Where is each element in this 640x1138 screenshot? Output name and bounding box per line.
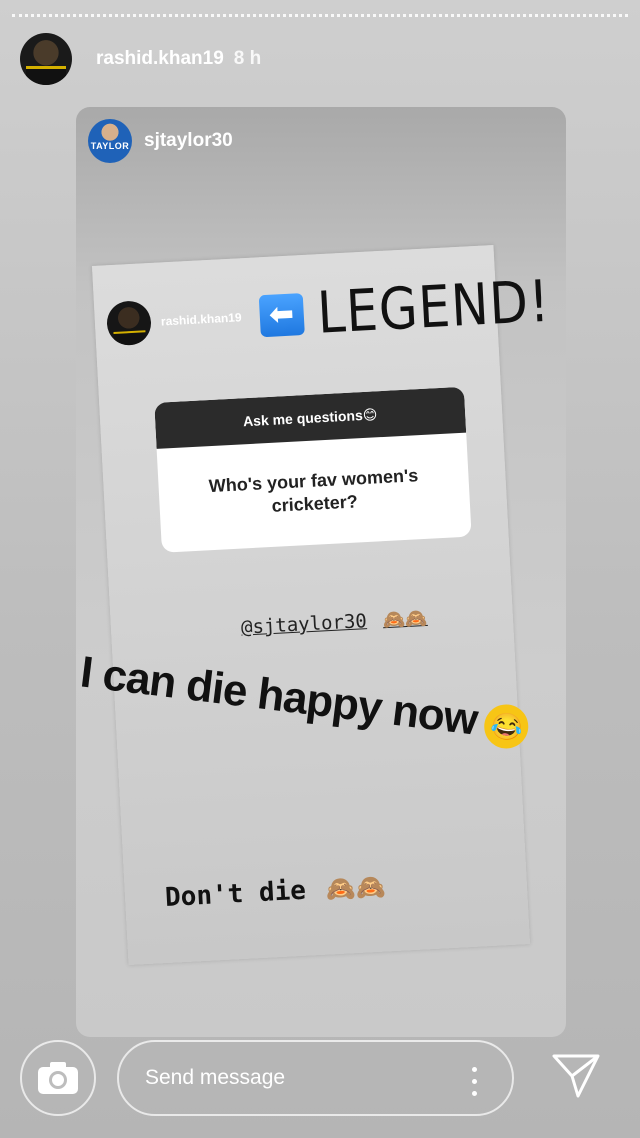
reply-text: Don't die bbox=[164, 875, 307, 914]
left-arrow-icon: ⬅ bbox=[258, 293, 305, 338]
story-screenshot: rashid.khan19 ⬅ LEGEND! Ask me questions… bbox=[78, 244, 552, 966]
message-input[interactable]: Send message bbox=[117, 1040, 514, 1116]
shared-story-username[interactable]: sjtaylor30 bbox=[144, 130, 233, 152]
message-bar: Send message bbox=[0, 1028, 640, 1138]
more-options-icon[interactable] bbox=[472, 1067, 478, 1097]
shared-story-header: TAYLOR sjtaylor30 bbox=[88, 119, 233, 163]
caption-text: I can die happy now 😂 bbox=[78, 647, 541, 753]
mention-text: @sjtaylor30 bbox=[240, 610, 368, 639]
laughing-face-icon: 😂 bbox=[481, 702, 531, 752]
question-sticker: Ask me questions😊 Who's your fav women's… bbox=[154, 386, 472, 553]
camera-button[interactable] bbox=[20, 1040, 96, 1116]
jersey-text: TAYLOR bbox=[90, 141, 130, 151]
question-text: Who's your fav women's cricketer? bbox=[208, 464, 419, 516]
story-header: rashid.khan19 8 h bbox=[20, 30, 261, 88]
avatar[interactable] bbox=[20, 33, 72, 85]
story-progress-bar bbox=[12, 14, 628, 17]
story-username[interactable]: rashid.khan19 bbox=[96, 48, 224, 70]
mention-line: @sjtaylor30 🙈🙈 bbox=[241, 607, 429, 639]
screenshot-header: rashid.khan19 ⬅ LEGEND! bbox=[105, 268, 552, 353]
see-no-evil-monkey-icon: 🙈🙈 bbox=[382, 607, 429, 632]
see-no-evil-monkey-icon: 🙈🙈 bbox=[325, 872, 387, 904]
message-placeholder: Send message bbox=[145, 1066, 286, 1089]
send-icon[interactable] bbox=[550, 1050, 602, 1102]
legend-text: LEGEND! bbox=[315, 267, 552, 347]
shared-avatar[interactable]: TAYLOR bbox=[88, 119, 132, 163]
screenshot-username: rashid.khan19 bbox=[160, 310, 242, 329]
camera-icon bbox=[38, 1062, 78, 1094]
screenshot-avatar bbox=[105, 300, 153, 347]
reply-line: Don't die 🙈🙈 bbox=[164, 872, 386, 914]
caption-main: I can die happy now bbox=[77, 647, 480, 745]
story-timestamp: 8 h bbox=[233, 48, 262, 69]
